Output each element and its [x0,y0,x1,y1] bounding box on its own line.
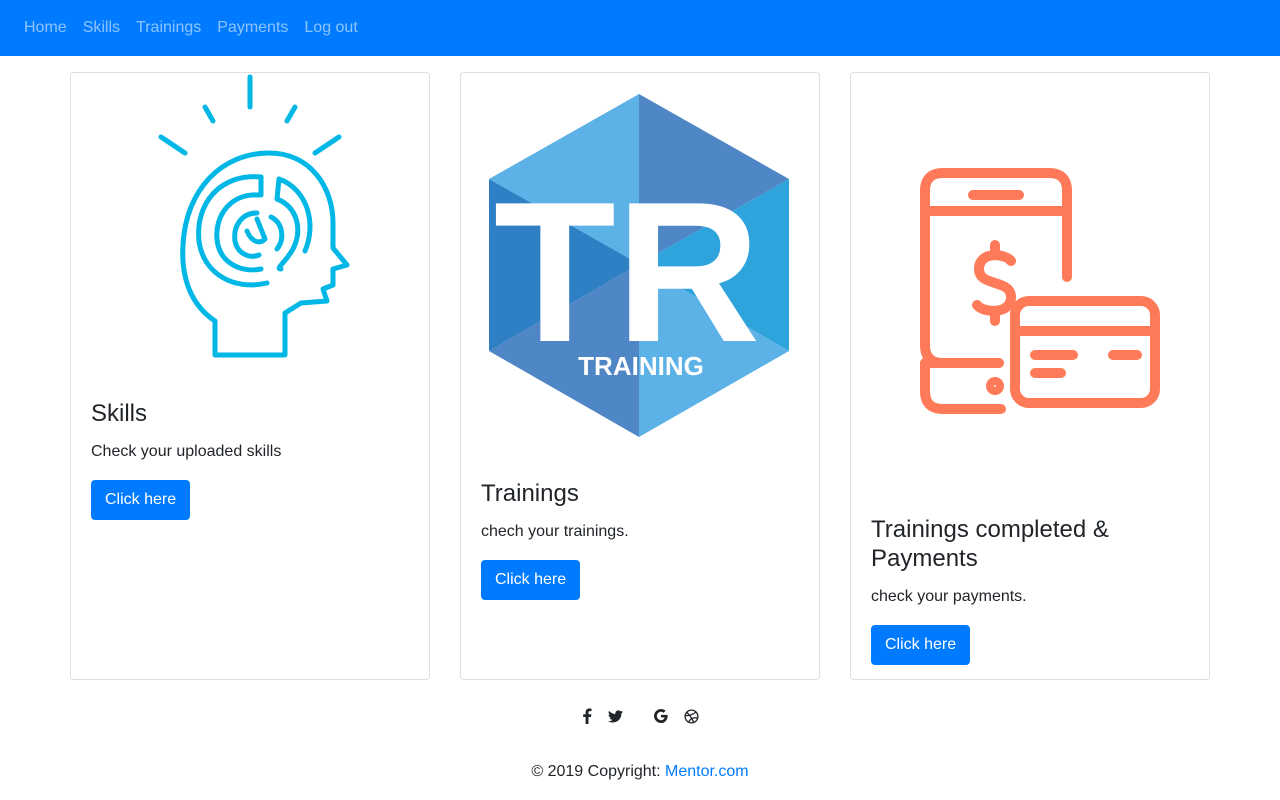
footer-copyright: © 2019 Copyright: Mentor.com [0,760,1280,784]
phone-payment-icon [920,168,1160,414]
social-links [0,704,1280,728]
payments-card-text: check your payments. [871,588,1027,605]
facebook-icon[interactable] [577,704,597,728]
top-navbar: Home Skills Trainings Payments Log out [0,0,1280,56]
google-icon[interactable] [651,704,671,728]
dribbble-icon[interactable] [681,704,701,728]
trainings-card: TR TRAINING Trainings chech your trainin… [460,72,820,680]
skills-card-title: Skills [91,400,148,427]
training-logo: TR TRAINING [489,94,789,437]
trainings-click-button[interactable]: Click here [481,560,581,600]
trainings-card-text: chech your trainings. [481,523,629,540]
skills-card: Skills Check your uploaded skills Click … [70,72,430,680]
payments-click-button[interactable]: Click here [871,625,971,665]
skills-click-button[interactable]: Click here [91,480,191,520]
nav-home[interactable]: Home [24,0,67,56]
trainings-card-title: Trainings [481,480,579,507]
nav-skills[interactable]: Skills [83,0,120,56]
nav-logout[interactable]: Log out [304,0,357,56]
skills-card-text: Check your uploaded skills [91,443,282,460]
brain-head-icon [158,74,350,358]
footer-link[interactable]: Mentor.com [665,763,749,780]
nav-payments[interactable]: Payments [217,0,288,56]
nav-trainings[interactable]: Trainings [136,0,201,56]
trainings-card-body: Trainings chech your trainings. Click he… [481,479,799,600]
logo-caption: TRAINING [578,351,704,381]
payments-card-title: Trainings completed & Payments [871,516,1109,572]
payments-card: Trainings completed & Payments check you… [850,72,1210,680]
twitter-icon[interactable] [605,704,625,728]
payments-card-body: Trainings completed & Payments check you… [871,515,1189,665]
skills-card-body: Skills Check your uploaded skills Click … [91,399,409,520]
copyright-text: © 2019 Copyright: [531,763,666,780]
